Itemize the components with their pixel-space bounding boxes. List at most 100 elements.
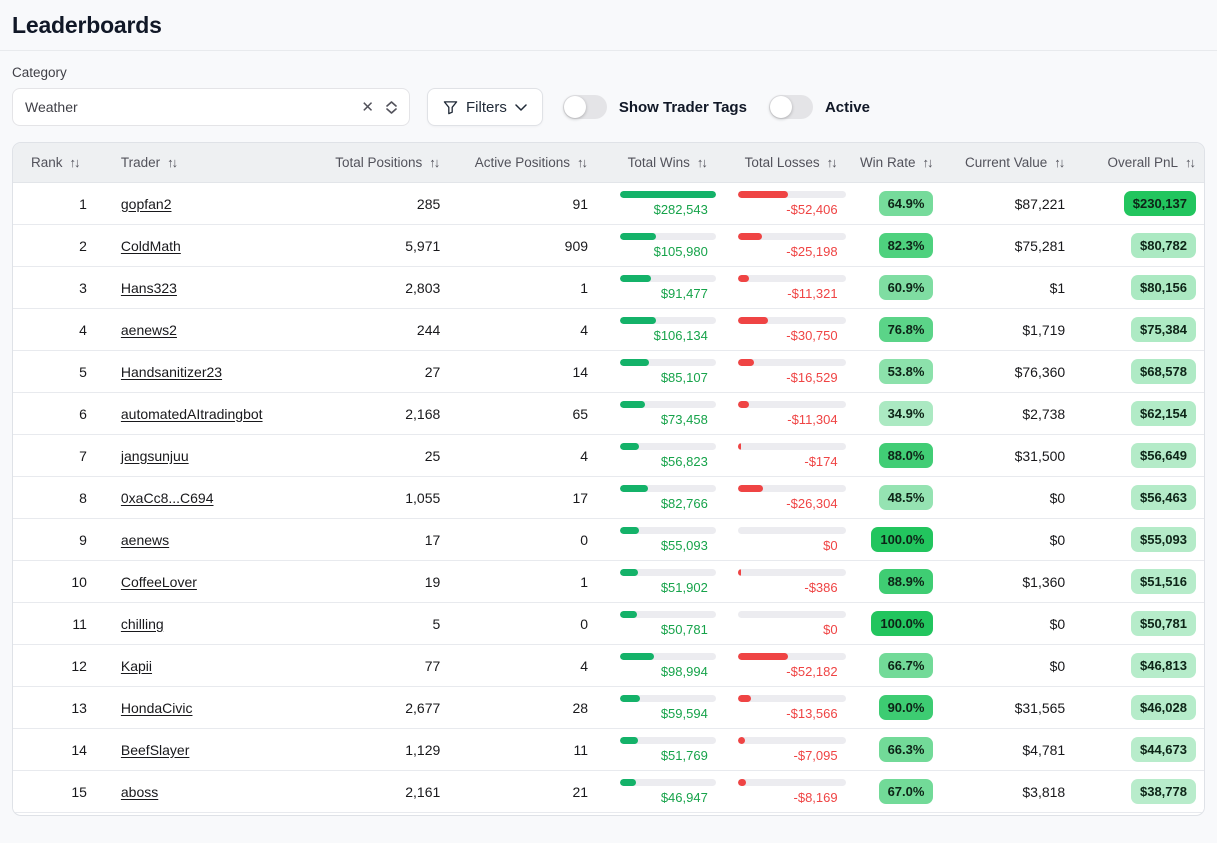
active-positions-cell: 17 xyxy=(448,477,596,518)
clear-icon[interactable]: ✕ xyxy=(361,100,374,115)
sort-icon[interactable]: ↑↓ xyxy=(70,155,81,170)
sort-icon[interactable]: ↑↓ xyxy=(429,155,440,170)
active-positions-cell: 91 xyxy=(448,183,596,224)
losses-amount: $0 xyxy=(738,622,846,637)
wins-amount: $85,107 xyxy=(620,370,716,385)
total-wins-cell: $59,594 xyxy=(596,687,718,728)
column-label: Rank xyxy=(31,155,63,170)
total-positions-cell: 244 xyxy=(314,309,449,350)
sort-icon[interactable]: ↑↓ xyxy=(922,155,933,170)
column-header-current-value[interactable]: Current Value ↑↓ xyxy=(951,143,1073,182)
table-row: 12 Kapii 77 4 $98,994 -$52,182 66.7% $0 … xyxy=(13,645,1204,687)
column-label: Current Value xyxy=(965,155,1047,170)
wins-bar xyxy=(620,653,716,660)
rank-cell: 15 xyxy=(13,771,89,812)
total-positions-cell: 1,055 xyxy=(314,477,449,518)
trader-link[interactable]: ColdMath xyxy=(121,238,181,254)
trader-link[interactable]: CoffeeLover xyxy=(121,574,197,590)
wins-bar xyxy=(620,359,716,366)
leaderboard-table: Rank↑↓Trader↑↓Total Positions↑↓Active Po… xyxy=(12,142,1205,816)
chevron-updown-icon[interactable] xyxy=(386,101,397,114)
losses-amount: -$8,169 xyxy=(738,790,846,805)
wins-amount: $82,766 xyxy=(620,496,716,511)
trader-link[interactable]: chilling xyxy=(121,616,164,632)
column-label: Overall PnL xyxy=(1107,155,1178,170)
table-body: 1 gopfan2 285 91 $282,543 -$52,406 64.9%… xyxy=(13,183,1204,813)
trader-link[interactable]: HondaCivic xyxy=(121,700,193,716)
losses-amount: -$30,750 xyxy=(738,328,846,343)
sort-icon[interactable]: ↑↓ xyxy=(167,155,178,170)
trader-link[interactable]: jangsunjuu xyxy=(121,448,189,464)
sort-icon[interactable]: ↑↓ xyxy=(577,155,588,170)
sort-icon[interactable]: ↑↓ xyxy=(827,155,838,170)
wins-amount: $98,994 xyxy=(620,664,716,679)
total-wins-cell: $46,947 xyxy=(596,771,718,812)
sort-icon[interactable]: ↑↓ xyxy=(697,155,708,170)
losses-bar xyxy=(738,191,846,198)
trader-link[interactable]: Kapii xyxy=(121,658,152,674)
losses-amount: -$25,198 xyxy=(738,244,846,259)
total-positions-cell: 1,129 xyxy=(314,729,449,770)
table-row: 14 BeefSlayer 1,129 11 $51,769 -$7,095 6… xyxy=(13,729,1204,771)
show-trader-tags-toggle[interactable] xyxy=(563,95,607,119)
current-value-cell: $0 xyxy=(951,519,1073,560)
table-row: 9 aenews 17 0 $55,093 $0 100.0% $0 $55,0… xyxy=(13,519,1204,561)
column-header-total-positions[interactable]: Total Positions↑↓ xyxy=(314,143,449,182)
win-rate-badge: 66.7% xyxy=(879,653,934,678)
total-positions-cell: 5 xyxy=(314,603,449,644)
category-select-value: Weather xyxy=(25,99,361,115)
losses-bar xyxy=(738,443,846,450)
trader-link[interactable]: automatedAItradingbot xyxy=(121,406,263,422)
overall-pnl-badge: $75,384 xyxy=(1131,317,1196,342)
win-rate-badge: 88.9% xyxy=(879,569,934,594)
column-header-active-positions[interactable]: Active Positions↑↓ xyxy=(448,143,596,182)
column-header-win-rate[interactable]: Win Rate↑↓ xyxy=(848,143,952,182)
trader-link[interactable]: 0xaCc8...C694 xyxy=(121,490,214,506)
wins-bar xyxy=(620,695,716,702)
losses-amount: -$174 xyxy=(738,454,846,469)
wins-bar xyxy=(620,569,716,576)
toggle-knob xyxy=(770,96,792,118)
current-value-cell: $87,221 xyxy=(951,183,1073,224)
wins-amount: $51,902 xyxy=(620,580,716,595)
active-toggle[interactable] xyxy=(769,95,813,119)
column-header-rank[interactable]: Rank ↑↓ xyxy=(13,143,89,182)
column-header-overall-pnl[interactable]: Overall PnL ↑↓ xyxy=(1073,143,1204,182)
category-select[interactable]: Weather ✕ xyxy=(12,88,410,126)
trader-link[interactable]: Hans323 xyxy=(121,280,177,296)
current-value-cell: $2,738 xyxy=(951,393,1073,434)
overall-pnl-badge: $46,813 xyxy=(1131,653,1196,678)
trader-link[interactable]: aboss xyxy=(121,784,158,800)
filters-button[interactable]: Filters xyxy=(427,88,543,126)
column-label: Total Losses xyxy=(745,155,820,170)
active-positions-cell: 1 xyxy=(448,561,596,602)
wins-bar xyxy=(620,527,716,534)
table-row: 6 automatedAItradingbot 2,168 65 $73,458… xyxy=(13,393,1204,435)
trader-link[interactable]: aenews2 xyxy=(121,322,177,338)
total-losses-cell: -$8,169 xyxy=(718,771,848,812)
win-rate-badge: 100.0% xyxy=(871,611,933,636)
trader-link[interactable]: Handsanitizer23 xyxy=(121,364,222,380)
sort-icon[interactable]: ↑↓ xyxy=(1185,155,1196,170)
win-rate-badge: 90.0% xyxy=(879,695,934,720)
overall-pnl-badge: $56,649 xyxy=(1131,443,1196,468)
total-losses-cell: -$52,182 xyxy=(718,645,848,686)
sort-icon[interactable]: ↑↓ xyxy=(1054,155,1065,170)
column-header-total-wins[interactable]: Total Wins↑↓ xyxy=(596,143,718,182)
total-positions-cell: 17 xyxy=(314,519,449,560)
current-value-cell: $0 xyxy=(951,645,1073,686)
column-header-total-losses[interactable]: Total Losses ↑↓ xyxy=(718,143,848,182)
win-rate-badge: 48.5% xyxy=(879,485,934,510)
total-losses-cell: -$30,750 xyxy=(718,309,848,350)
trader-link[interactable]: BeefSlayer xyxy=(121,742,189,758)
losses-amount: -$11,304 xyxy=(738,412,846,427)
table-row: 7 jangsunjuu 25 4 $56,823 -$174 88.0% $3… xyxy=(13,435,1204,477)
rank-cell: 4 xyxy=(13,309,89,350)
overall-pnl-badge: $51,516 xyxy=(1131,569,1196,594)
total-positions-cell: 285 xyxy=(314,183,449,224)
trader-link[interactable]: aenews xyxy=(121,532,169,548)
column-header-trader[interactable]: Trader↑↓ xyxy=(89,143,314,182)
trader-link[interactable]: gopfan2 xyxy=(121,196,172,212)
rank-cell: 11 xyxy=(13,603,89,644)
total-losses-cell: -$16,529 xyxy=(718,351,848,392)
